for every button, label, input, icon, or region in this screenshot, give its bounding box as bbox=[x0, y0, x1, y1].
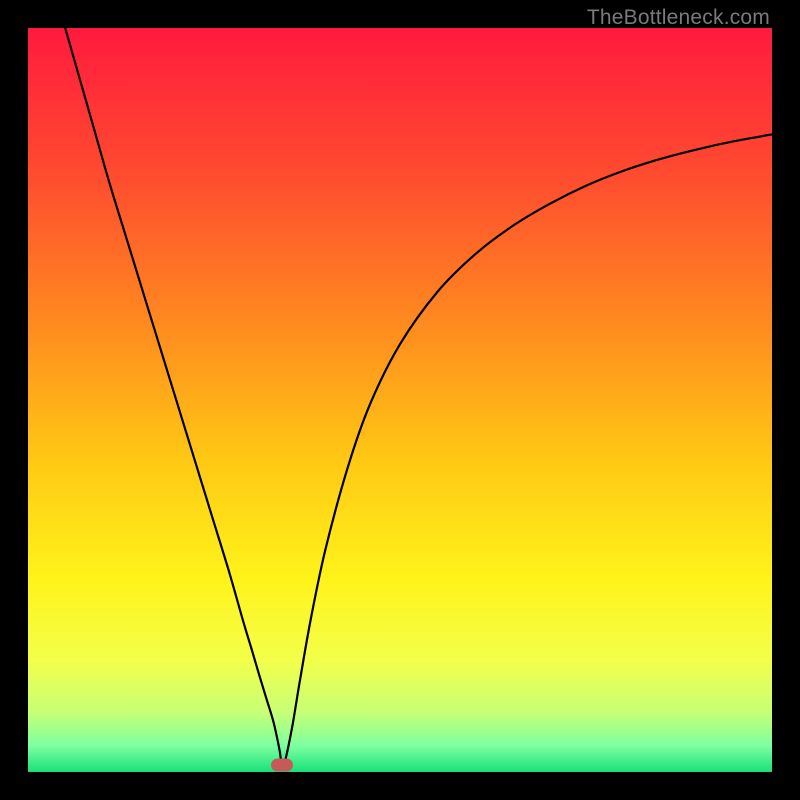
bottleneck-chart bbox=[28, 28, 772, 772]
optimal-point-marker bbox=[271, 758, 293, 771]
chart-background bbox=[28, 28, 772, 772]
watermark-text: TheBottleneck.com bbox=[587, 6, 770, 30]
chart-frame bbox=[28, 28, 772, 772]
